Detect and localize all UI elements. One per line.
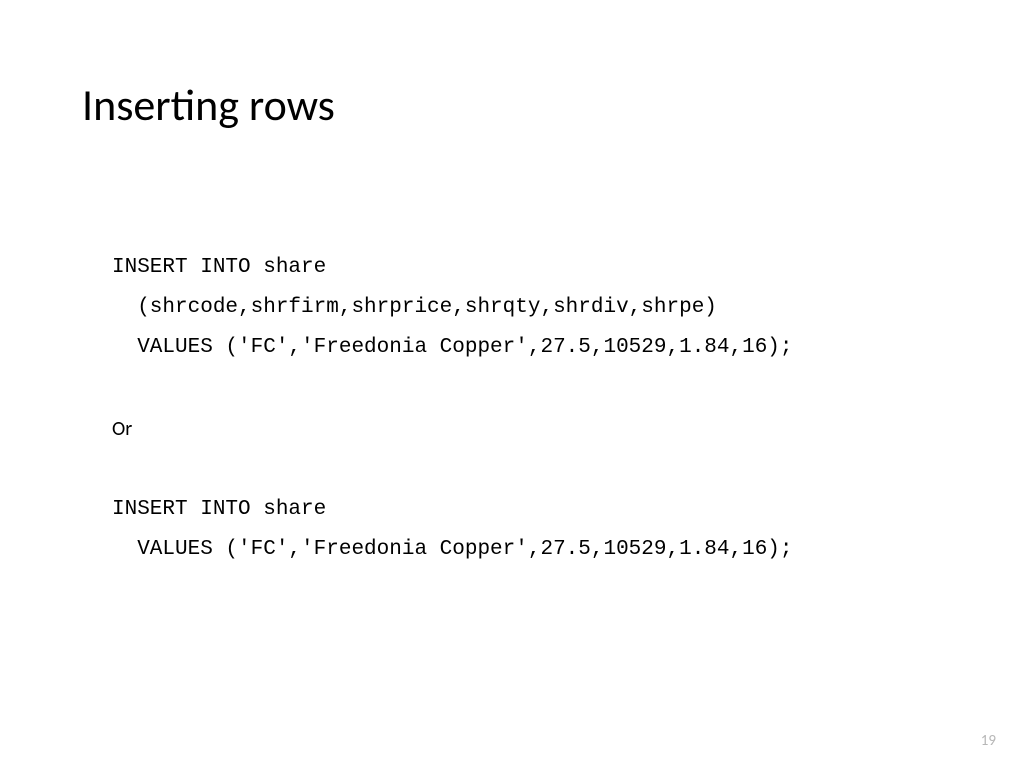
slide-title: Inserting rows [82,78,335,132]
code-line: INSERT INTO share [112,256,326,279]
code-line: VALUES ('FC','Freedonia Copper',27.5,105… [112,336,793,359]
separator-or: Or [112,410,793,448]
code-line: (shrcode,shrfirm,shrprice,shrqty,shrdiv,… [112,296,717,319]
slide: Inserting rows INSERT INTO share (shrcod… [0,0,1024,768]
slide-body: INSERT INTO share (shrcode,shrfirm,shrpr… [112,248,793,569]
code-block-1: INSERT INTO share (shrcode,shrfirm,shrpr… [112,248,793,368]
code-line: VALUES ('FC','Freedonia Copper',27.5,105… [112,538,793,561]
code-block-2: INSERT INTO share VALUES ('FC','Freedoni… [112,490,793,570]
page-number: 19 [981,732,996,750]
code-line: INSERT INTO share [112,498,326,521]
